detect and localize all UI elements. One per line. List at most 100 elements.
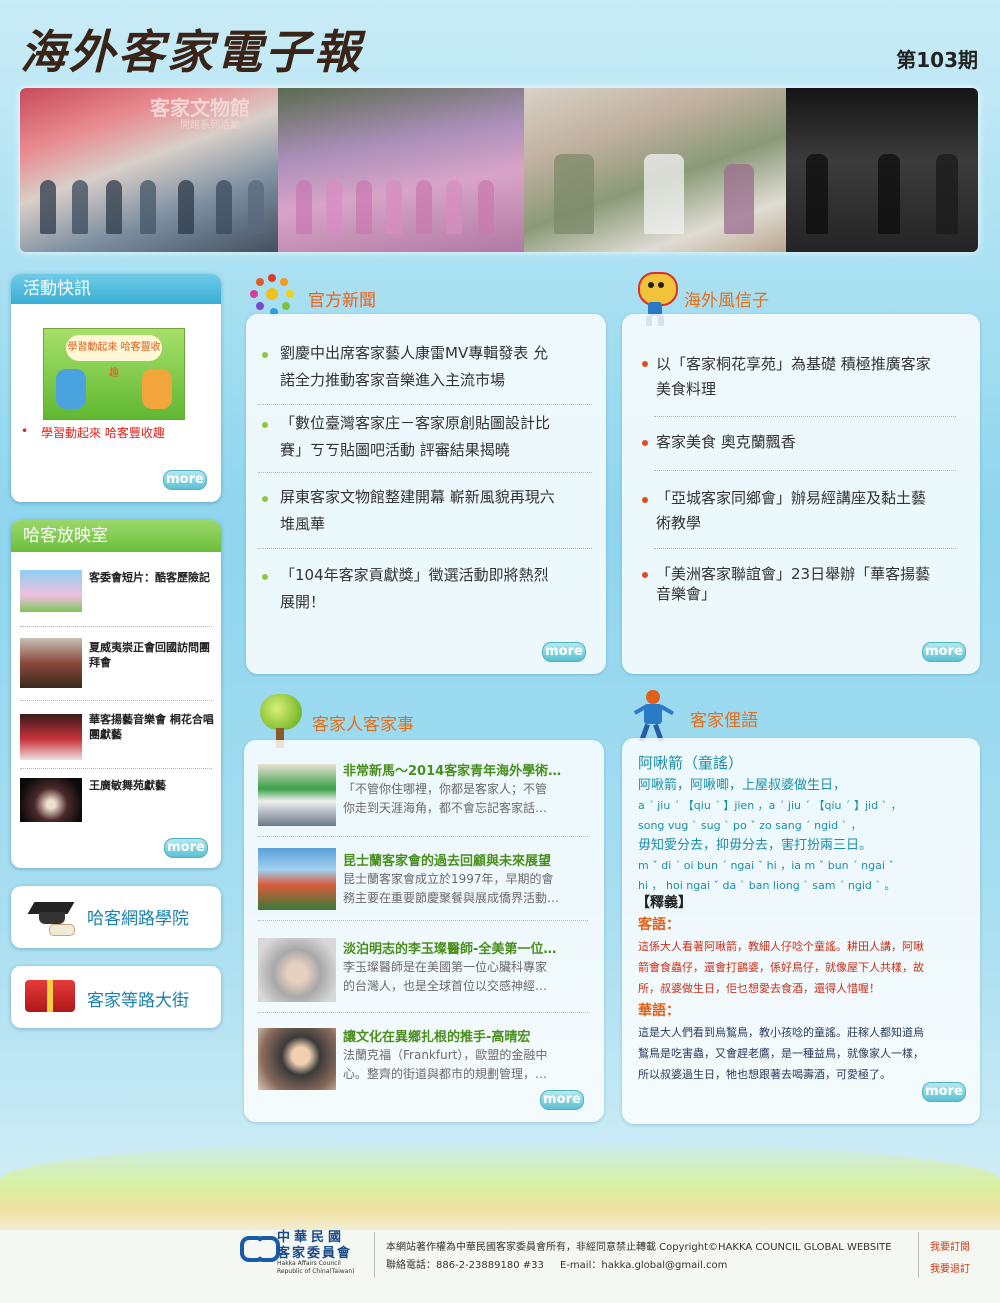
person-figure — [106, 180, 122, 234]
divider — [654, 548, 956, 549]
official-news-item-2[interactable]: 「數位臺灣客家庄－客家原創貼圖設計比 賽」ㄎㄎ貼圖吧活動 評審結果揭曉 — [280, 410, 596, 464]
hakka-label: 客語： — [638, 917, 680, 933]
person-figure — [724, 164, 754, 234]
official-news-title: 官方新聞 — [308, 291, 376, 311]
banner-sign-sub: 開館系列活動 — [180, 120, 240, 131]
footer-org-2: 客家委員會 — [277, 1246, 353, 1261]
person-figure — [806, 154, 828, 234]
video-thumb-3[interactable] — [20, 714, 82, 760]
divider — [654, 416, 956, 417]
article-title-4[interactable]: 讓文化在異鄉扎根的推手-高晴宏 — [343, 1026, 593, 1045]
video-title-4[interactable]: 王廣敏舞苑獻藝 — [89, 778, 215, 793]
divider — [20, 768, 212, 769]
proverb-more-button[interactable]: more — [922, 1082, 966, 1102]
overseas-news-item-4[interactable]: 「美洲客家聯誼會」23日舉辦「華客揚藝 音樂會」 — [656, 564, 974, 604]
street-link-card[interactable]: 客家等路大街 — [11, 966, 221, 1028]
mandarin-explanation: 這是大人們看到烏鶖鳥，教小孩唸的童謠。莊稼人都知道烏 鶖鳥是吃害蟲，又會趕老鷹，是… — [638, 1026, 924, 1081]
colorful-flower-icon — [248, 272, 296, 320]
divider — [258, 920, 588, 921]
bullet-icon — [642, 440, 648, 446]
divider — [20, 700, 212, 701]
activity-more-button[interactable]: more — [163, 470, 207, 490]
graduation-cap-icon — [27, 896, 75, 936]
article-summary-1: 「不管你住哪裡，你都是客家人；不管 你走到天涯海角，都不會忘記客家話… — [343, 782, 548, 815]
article-thumb-4[interactable] — [258, 1028, 336, 1090]
official-news-more-button[interactable]: more — [542, 642, 586, 662]
person-figure — [386, 180, 402, 234]
article-title-3[interactable]: 淡泊明志的李玉璨醫師-全美第一位… — [343, 938, 593, 957]
activity-header: 活動快訊 — [11, 274, 221, 304]
hakka-council-logo-icon — [240, 1232, 280, 1262]
overseas-news-item-1[interactable]: 以「客家桐花享苑」為基礎 積極推廣客家 美食料理 — [656, 352, 974, 402]
activity-promo-image[interactable]: 學習動起來 哈客豐收趣 — [43, 328, 185, 420]
people-box: 非常新馬～2014客家青年海外學術… 「不管你住哪裡，你都是客家人；不管 你走到天… — [244, 740, 604, 1122]
subscribe-link[interactable]: 我要訂閱 — [930, 1238, 970, 1253]
bullet-icon — [642, 361, 648, 367]
mandarin-label: 華語： — [638, 1003, 680, 1019]
article-summary-3: 李玉璨醫師是在美國第一位心臟科專家 的台灣人，也是全球首位以交感神經… — [343, 960, 548, 993]
official-news-item-3[interactable]: 屏東客家文物館整建開幕 嶄新風貌再現六 堆風華 — [280, 484, 596, 538]
banner-photo-1: 客家文物館 開館系列活動 — [20, 88, 278, 252]
video-thumb-2[interactable] — [20, 638, 82, 688]
article-title-2[interactable]: 昆士蘭客家會的過去回顧與未來展望 — [343, 850, 593, 869]
person-figure — [72, 180, 88, 234]
overseas-news-item-2[interactable]: 客家美食 奧克蘭飄香 — [656, 430, 974, 455]
video-thumb-1[interactable] — [20, 570, 82, 612]
person-figure — [356, 180, 372, 234]
article-title-1[interactable]: 非常新馬～2014客家青年海外學術… — [343, 760, 593, 779]
activity-panel: 活動快訊 學習動起來 哈客豐收趣 • 學習動起來 哈客豐收趣 more — [11, 274, 221, 502]
screening-more-button[interactable]: more — [164, 838, 208, 858]
official-news-item-1[interactable]: 劉慶中出席客家藝人康雷MV專輯發表 允諾全力推動客家音樂進入主流市場 — [280, 340, 596, 394]
divider — [258, 1012, 588, 1013]
overseas-more-button[interactable]: more — [922, 642, 966, 662]
banner-photo-2 — [278, 88, 524, 252]
bullet-icon — [262, 496, 268, 502]
article-thumb-2[interactable] — [258, 848, 336, 910]
person-figure — [216, 180, 232, 234]
person-figure — [446, 180, 462, 234]
street-link[interactable]: 客家等路大街 — [87, 986, 189, 1011]
overseas-title: 海外風信子 — [684, 291, 769, 311]
article-summary-2: 昆士蘭客家會成立於1997年，早期的會 務主要在重要節慶聚餐與展成僑界活動… — [343, 872, 560, 905]
video-thumb-4[interactable] — [20, 778, 82, 822]
footer-org-en-2: Republic of China(Taiwan) — [277, 1268, 355, 1275]
proverb-box: 阿啾箭（童謠） 阿啾箭，阿啾唧，上屋叔婆做生日， a ˊ jiu ˊ 【qiu … — [622, 738, 980, 1124]
person-figure — [296, 180, 312, 234]
footer-phone: 聯絡電話：886-2-23889180 #33 — [386, 1260, 544, 1271]
footer-email[interactable]: E-mail：hakka.global@gmail.com — [560, 1256, 727, 1271]
person-figure — [178, 180, 194, 234]
person-figure — [326, 180, 342, 234]
divider — [258, 404, 592, 405]
proverb-meaning-label: 【釋義】 — [636, 895, 692, 911]
promo-text: 學習動起來 哈客豐收趣 — [66, 335, 162, 379]
video-title-1[interactable]: 客委會短片：酷客歷險記 — [89, 570, 215, 585]
bullet-icon — [642, 497, 648, 503]
person-figure — [140, 180, 156, 234]
person-figure — [936, 154, 958, 234]
footer-divider — [374, 1232, 375, 1278]
article-thumb-3[interactable] — [258, 938, 336, 1002]
banner-photos: 客家文物館 開館系列活動 — [20, 88, 978, 252]
video-title-2[interactable]: 夏威夷崇正會回國訪問團拜會 — [89, 640, 215, 670]
official-news-item-4[interactable]: 「104年客家貢獻獎」徵選活動即將熱烈 展開！ — [280, 562, 596, 616]
issue-number: 第103期 — [896, 48, 978, 72]
overseas-news-item-3[interactable]: 「亞城客家同鄉會」辦易經講座及黏土藝 術教學 — [656, 486, 974, 536]
people-more-button[interactable]: more — [540, 1090, 584, 1110]
person-figure — [478, 180, 494, 234]
bullet-icon — [262, 422, 268, 428]
academy-link[interactable]: 哈客網路學院 — [87, 904, 189, 929]
person-figure — [554, 154, 594, 234]
video-title-3[interactable]: 華客揚藝音樂會 桐花合唱團獻藝 — [89, 712, 215, 742]
activity-link[interactable]: 學習動起來 哈客豐收趣 — [41, 424, 165, 441]
academy-link-card[interactable]: 哈客網路學院 — [11, 886, 221, 948]
footer-divider — [918, 1232, 919, 1278]
screening-panel: 哈客放映室 客委會短片：酷客歷險記 夏威夷崇正會回國訪問團拜會 華客揚藝音樂會 … — [11, 520, 221, 868]
bullet-icon — [262, 352, 268, 358]
divider — [20, 626, 212, 627]
divider — [258, 472, 592, 473]
screening-header: 哈客放映室 — [11, 520, 221, 552]
cartoon-figure — [142, 369, 172, 409]
article-thumb-1[interactable] — [258, 764, 336, 826]
cartoon-figure — [56, 369, 86, 409]
unsubscribe-link[interactable]: 我要退訂 — [930, 1260, 970, 1275]
